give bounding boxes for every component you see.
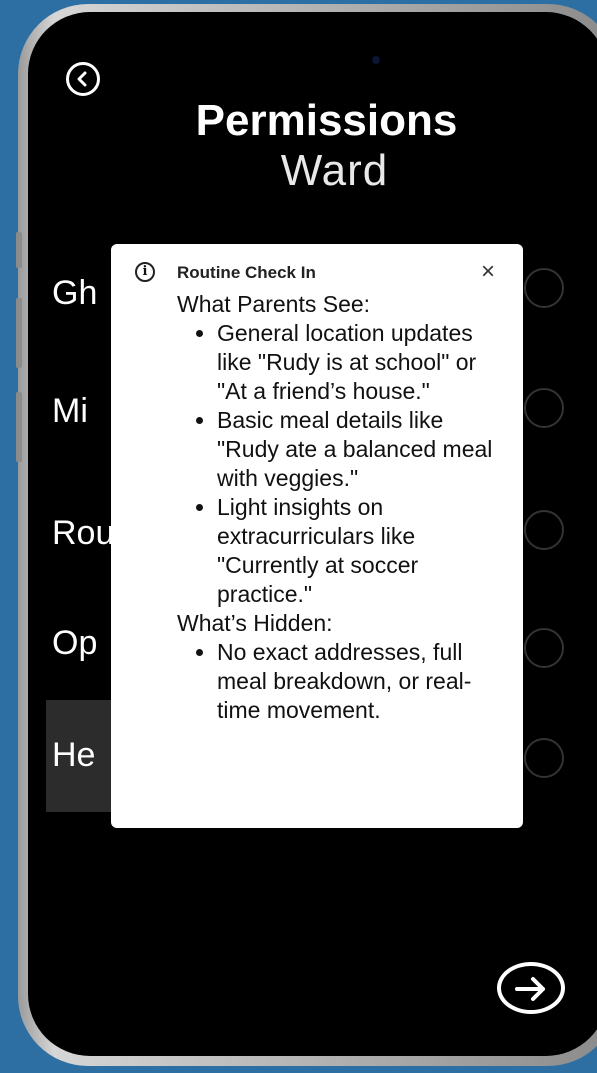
tooltip-body: What Parents See: General location updat… [177,290,503,725]
list-item: General location updates like "Rudy is a… [217,319,503,406]
option-radio[interactable] [524,628,564,668]
option-radio[interactable] [524,268,564,308]
page-subtitle: Ward [280,146,389,195]
option-radio[interactable] [524,738,564,778]
option-radio[interactable] [524,388,564,428]
list-item: Basic meal details like "Rudy ate a bala… [217,406,503,493]
section-list: No exact addresses, full meal breakdown,… [177,638,503,725]
phone-side-button [16,232,22,268]
info-tooltip: i Routine Check In × What Parents See: G… [111,244,523,828]
option-label[interactable]: Rou [52,514,114,553]
tooltip-header: i Routine Check In × [135,260,503,290]
option-label[interactable]: Gh [52,274,97,313]
section-heading: What Parents See: [177,291,371,317]
camera-dot [372,56,380,64]
section-heading: What’s Hidden: [177,610,333,636]
arrow-right-icon [515,977,545,1001]
close-icon[interactable]: × [481,260,495,284]
list-item: Light insights on extracurriculars like … [217,493,503,609]
option-label[interactable]: Mi [52,392,88,431]
option-label[interactable]: He [52,736,95,775]
option-radio[interactable] [524,510,564,550]
section-list: General location updates like "Rudy is a… [177,319,503,609]
page-title: Permissions [195,96,458,145]
phone-volume-down-button [16,392,22,462]
tooltip-title: Routine Check In [177,263,316,282]
chevron-left-icon [77,71,87,87]
back-button[interactable] [66,62,100,96]
info-icon: i [135,262,155,282]
list-item: No exact addresses, full meal breakdown,… [217,638,503,725]
phone-volume-up-button [16,298,22,368]
option-label[interactable]: Op [52,624,97,663]
next-button[interactable] [497,962,565,1014]
